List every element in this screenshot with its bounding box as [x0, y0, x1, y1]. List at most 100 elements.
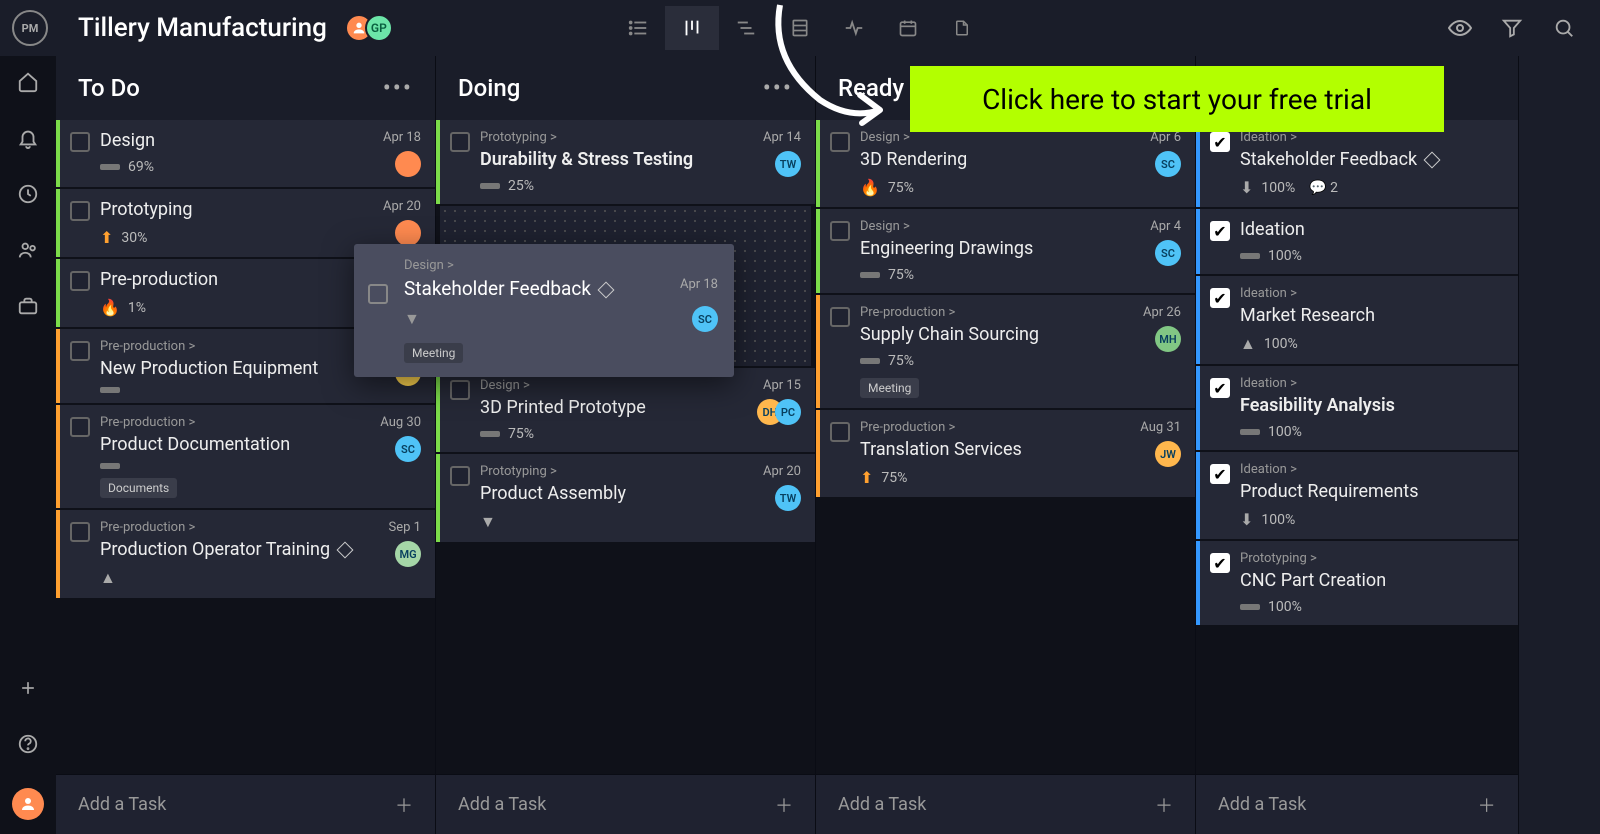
checkbox[interactable] [830, 307, 850, 327]
task-card[interactable]: ✔ Ideation > Feasibility Analysis 100% [1196, 366, 1518, 450]
bell-icon[interactable] [16, 126, 40, 150]
plus-icon: ＋ [395, 792, 413, 818]
assignee-avatar: TW [775, 151, 801, 177]
milestone-icon [597, 281, 614, 298]
checkbox[interactable] [830, 132, 850, 152]
project-avatars[interactable]: GP [345, 14, 393, 42]
card-title: Pre-production [100, 269, 355, 290]
view-calendar-icon[interactable] [881, 6, 935, 50]
task-card[interactable]: Design > 3D Rendering 🔥 75% Apr 6SC [816, 120, 1195, 207]
checkbox[interactable] [830, 221, 850, 241]
card-title: Feasibility Analysis [1240, 395, 1438, 416]
add-task-button[interactable]: Add a Task＋ [1196, 774, 1518, 834]
card-meta [100, 463, 355, 469]
progress-label: 30% [121, 230, 147, 246]
task-card[interactable]: Design > Engineering Drawings 75% Apr 4S… [816, 209, 1195, 293]
dragging-card[interactable]: Design > Stakeholder Feedback Apr 18 ▼ S… [354, 244, 734, 377]
cta-banner[interactable]: Click here to start your free trial [910, 66, 1444, 132]
card-meta: ⬇ 100% 💬 2 [1240, 178, 1438, 197]
card-date: Apr 4 [1150, 219, 1181, 234]
task-card[interactable]: Prototyping > Durability & Stress Testin… [436, 120, 815, 204]
view-gantt-icon[interactable] [719, 6, 773, 50]
card-date: Apr 18 [383, 130, 421, 145]
card-date: Aug 30 [380, 415, 421, 430]
board-column: Ready ••• Design > 3D Rendering 🔥 75% Ap… [816, 56, 1196, 834]
task-card[interactable]: ✔ Ideation 100% [1196, 209, 1518, 274]
task-card[interactable]: Pre-production > Supply Chain Sourcing 7… [816, 295, 1195, 408]
card-meta: 75% [860, 267, 1115, 283]
card-category: Pre-production > [100, 339, 355, 354]
checkbox-done[interactable]: ✔ [1210, 288, 1230, 308]
task-card[interactable]: Design 69% Apr 18 [56, 120, 435, 187]
progress-bar-icon [860, 358, 880, 364]
checkbox-done[interactable]: ✔ [1210, 553, 1230, 573]
checkbox[interactable] [70, 417, 90, 437]
help-icon[interactable] [16, 732, 40, 756]
column-menu-icon[interactable]: ••• [383, 74, 413, 102]
checkbox[interactable] [450, 466, 470, 486]
visibility-icon[interactable] [1448, 16, 1472, 40]
add-task-button[interactable]: Add a Task＋ [56, 774, 435, 834]
add-icon[interactable] [16, 676, 40, 700]
checkbox-done[interactable]: ✔ [1210, 221, 1230, 241]
card-title: Market Research [1240, 305, 1438, 326]
task-card[interactable]: Pre-production > Production Operator Tra… [56, 510, 435, 598]
plus-icon: ＋ [1155, 792, 1173, 818]
checkbox[interactable] [70, 132, 90, 152]
user-avatar[interactable] [12, 788, 44, 820]
add-task-button[interactable]: Add a Task＋ [816, 774, 1195, 834]
priority-up-icon: ⬆ [100, 228, 113, 247]
checkbox[interactable] [70, 341, 90, 361]
card-meta: 75% [860, 353, 1115, 369]
card-title: Product Assembly [480, 483, 735, 504]
task-card[interactable]: ✔ Ideation > Stakeholder Feedback ⬇ 100%… [1196, 120, 1518, 207]
task-card[interactable]: Prototyping > Product Assembly ▼ Apr 20T… [436, 454, 815, 542]
priority-up-icon: ▲ [1240, 334, 1256, 354]
checkbox[interactable] [830, 422, 850, 442]
checkbox-done[interactable]: ✔ [1210, 464, 1230, 484]
assignee-avatar: MH [1155, 326, 1181, 352]
filter-icon[interactable] [1500, 16, 1524, 40]
checkbox[interactable] [450, 132, 470, 152]
card-category: Ideation > [1240, 376, 1438, 391]
view-list-icon[interactable] [611, 6, 665, 50]
view-activity-icon[interactable] [827, 6, 881, 50]
card-title: Ideation [1240, 219, 1438, 240]
task-card[interactable]: Design > 3D Printed Prototype 75% Apr 15… [436, 368, 815, 452]
column-body: ✔ Ideation > Stakeholder Feedback ⬇ 100%… [1196, 120, 1518, 774]
view-sheet-icon[interactable] [773, 6, 827, 50]
progress-label: 75% [888, 267, 914, 283]
task-card[interactable]: ✔ Ideation > Product Requirements ⬇ 100% [1196, 452, 1518, 539]
search-icon[interactable] [1552, 16, 1576, 40]
checkbox[interactable] [70, 201, 90, 221]
priority-down-icon: ▼ [404, 309, 420, 329]
clock-icon[interactable] [16, 182, 40, 206]
task-card[interactable]: Pre-production > Product Documentation D… [56, 405, 435, 508]
home-icon[interactable] [16, 70, 40, 94]
checkbox[interactable] [70, 271, 90, 291]
view-board-icon[interactable] [665, 6, 719, 50]
card-meta: 🔥 75% [860, 178, 1115, 197]
checkbox[interactable] [368, 284, 388, 304]
card-title: CNC Part Creation [1240, 570, 1438, 591]
task-card[interactable]: Pre-production > Translation Services ⬆ … [816, 410, 1195, 497]
progress-label: 100% [1268, 599, 1302, 615]
checkbox[interactable] [450, 380, 470, 400]
progress-label: 75% [888, 353, 914, 369]
team-icon[interactable] [16, 238, 40, 262]
add-task-button[interactable]: Add a Task＋ [436, 774, 815, 834]
add-task-label: Add a Task [1218, 794, 1306, 815]
assignee-avatar [395, 151, 421, 177]
logo[interactable]: PM [12, 10, 48, 46]
card-category: Design > [404, 258, 718, 273]
briefcase-icon[interactable] [16, 294, 40, 318]
checkbox-done[interactable]: ✔ [1210, 132, 1230, 152]
view-file-icon[interactable] [935, 6, 989, 50]
task-card[interactable]: ✔ Prototyping > CNC Part Creation 100% [1196, 541, 1518, 625]
checkbox[interactable] [70, 522, 90, 542]
card-meta: 25% [480, 178, 735, 194]
column-menu-icon[interactable]: ••• [763, 74, 793, 102]
checkbox-done[interactable]: ✔ [1210, 378, 1230, 398]
progress-bar-icon [100, 463, 120, 469]
task-card[interactable]: ✔ Ideation > Market Research ▲ 100% [1196, 276, 1518, 364]
